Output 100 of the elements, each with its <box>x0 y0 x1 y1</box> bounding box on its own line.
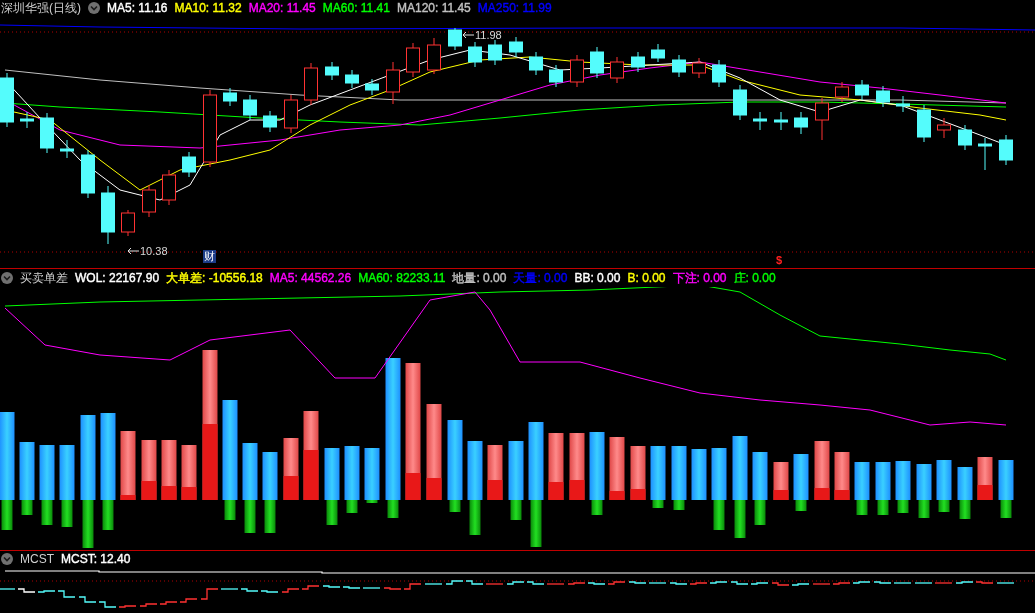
volume-bar <box>752 452 768 500</box>
volume-bar <box>671 446 687 500</box>
indicator-value: MA10: 11.32 <box>174 0 242 16</box>
candlestick <box>427 37 441 75</box>
candlestick <box>651 43 665 63</box>
volume-bar <box>998 460 1014 500</box>
indicator-value: MA5: 44562.26 <box>269 270 352 286</box>
candlestick <box>488 39 502 66</box>
volume-bar <box>569 433 585 500</box>
net-bar <box>510 500 522 520</box>
indicator-title: MCST <box>20 551 54 567</box>
candlestick <box>794 111 808 135</box>
candlestick <box>999 134 1013 166</box>
indicator-value: MA60: 11.41 <box>322 0 390 16</box>
finance-marker[interactable]: 财 <box>203 250 216 263</box>
net-bar <box>82 500 94 548</box>
net-bar <box>264 500 276 533</box>
net-bar <box>469 500 481 535</box>
volume-bar <box>630 446 646 500</box>
candlestick <box>692 57 706 79</box>
dividend-marker[interactable]: $ <box>776 254 783 267</box>
volume-bar <box>59 445 75 500</box>
candlestick <box>448 27 462 51</box>
candlestick <box>917 104 931 143</box>
indicator-value: MA5: 11.16 <box>107 0 168 16</box>
indicator-value: WOL: 22167.90 <box>75 270 160 286</box>
net-bar <box>754 500 766 525</box>
candlestick <box>101 185 115 245</box>
volume-bar <box>324 448 340 500</box>
candlestick <box>304 62 318 106</box>
volume-bar <box>120 431 136 500</box>
volume-bar <box>957 467 973 500</box>
candlestick <box>284 94 298 134</box>
candlestick <box>672 54 686 78</box>
candlestick <box>876 85 890 108</box>
volume-bar <box>364 448 380 500</box>
candlestick <box>345 69 359 89</box>
candlestick <box>631 51 645 73</box>
candlestick <box>549 64 563 88</box>
arrow-icon <box>462 31 474 39</box>
candlestick <box>365 78 379 96</box>
candlestick <box>81 149 95 199</box>
volume-bar <box>242 443 258 500</box>
net-bar <box>224 500 236 520</box>
net-bar <box>326 500 338 525</box>
price-label: 11.98 <box>475 29 502 41</box>
indicator-value: 天量: 0.00 <box>513 270 568 286</box>
indicator-value: 地量: 0.00 <box>452 270 507 286</box>
volume-bar <box>875 462 891 500</box>
indicator-title: 买卖单差 <box>20 270 68 286</box>
candlestick <box>815 97 829 141</box>
indicator-value: MA20: 11.45 <box>248 0 316 16</box>
net-bar <box>530 500 542 547</box>
candlestick <box>978 137 992 171</box>
candlestick <box>896 95 910 113</box>
candlestick <box>325 61 339 81</box>
volume-bar <box>548 433 564 500</box>
indicator-value: BB: 0.00 <box>574 270 621 286</box>
net-bar <box>449 500 461 512</box>
net-bar <box>102 500 114 530</box>
volume-bar <box>936 460 952 500</box>
candlestick <box>733 84 747 121</box>
candlestick <box>570 54 584 88</box>
volume-bar <box>691 449 707 500</box>
indicator-value: B: 0.00 <box>627 270 666 286</box>
net-bar <box>1 500 13 530</box>
net-bar <box>387 500 399 518</box>
net-bar <box>61 500 73 527</box>
indicator-value: MA60: 82233.11 <box>358 270 446 286</box>
net-bar <box>938 500 950 512</box>
net-bar <box>41 500 53 525</box>
indicator-value: MA250: 11.99 <box>477 0 552 16</box>
candlestick <box>590 46 604 79</box>
collapse-icon[interactable] <box>1 553 13 565</box>
volume-bar <box>854 462 870 500</box>
collapse-icon[interactable] <box>88 2 100 14</box>
volume-bar <box>609 437 625 500</box>
candlestick <box>121 209 135 237</box>
net-bar <box>734 500 746 538</box>
candlestick <box>386 61 400 105</box>
net-bar <box>795 500 807 511</box>
volume-bar <box>161 440 177 500</box>
candlestick <box>20 111 34 129</box>
volume-bar <box>732 436 748 500</box>
indicator-value: 下注: 0.00 <box>672 270 727 286</box>
candlestick <box>263 110 277 133</box>
volume-bar <box>19 442 35 500</box>
candlestick <box>937 117 951 139</box>
candlestick <box>162 169 176 206</box>
volume-bar <box>650 446 666 500</box>
volume-bar <box>467 441 483 500</box>
candlestick <box>182 151 196 178</box>
indicator-value: 庄: 0.00 <box>733 270 776 286</box>
net-bar <box>918 500 930 518</box>
net-bar <box>244 500 256 533</box>
candlestick <box>406 42 420 78</box>
volume-bar <box>181 445 197 500</box>
collapse-icon[interactable] <box>1 272 13 284</box>
candlestick <box>529 51 543 76</box>
net-bar <box>713 500 725 530</box>
